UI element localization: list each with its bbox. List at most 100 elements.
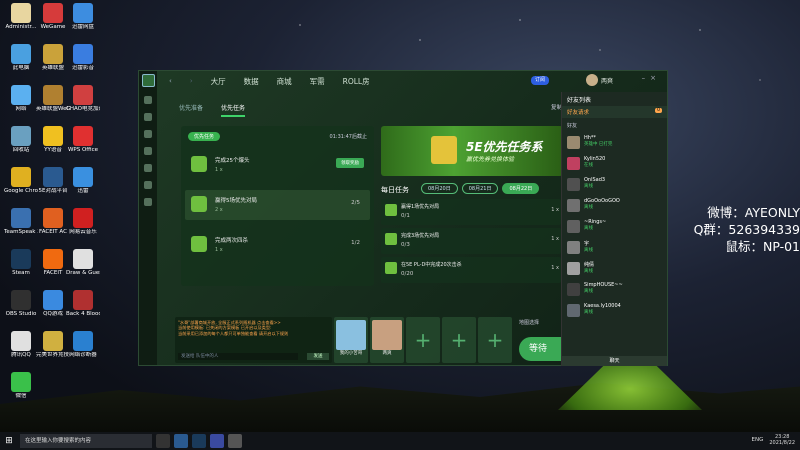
friend-row[interactable]: dGoOoOoGOO 离线 bbox=[562, 196, 667, 217]
5e-taskbar-icon[interactable] bbox=[174, 434, 188, 448]
avatar bbox=[567, 304, 580, 317]
desktop-icon-label: WPS Office bbox=[67, 147, 99, 153]
date-tab[interactable]: 08月22日 bbox=[502, 183, 540, 194]
tab-priority-prep[interactable]: 优先准备 bbox=[179, 103, 203, 117]
send-button[interactable]: 发送 bbox=[307, 353, 329, 360]
friend-row[interactable]: 宇离线 bbox=[562, 238, 667, 259]
nav-shop[interactable]: 商城 bbox=[277, 76, 292, 87]
map-select-label[interactable]: 地图选择 bbox=[519, 319, 539, 326]
desktop-icon[interactable]: QQ游戏 bbox=[36, 290, 70, 330]
friend-row[interactable]: Hh** 英雄中 已打完 bbox=[562, 133, 667, 154]
request-count-badge: 0 bbox=[655, 108, 662, 113]
desktop-icon[interactable]: WPS Office bbox=[66, 126, 100, 166]
desktop-icon[interactable]: WeGame bbox=[36, 3, 70, 43]
5e-logo-icon[interactable] bbox=[141, 74, 155, 87]
person-icon[interactable] bbox=[144, 164, 152, 172]
desktop-icon[interactable]: 5E对战平台 bbox=[36, 167, 70, 207]
desktop-icon[interactable]: 网易云音乐 bbox=[66, 208, 100, 248]
priority-label: 优先任务 bbox=[188, 132, 221, 141]
gear-icon[interactable] bbox=[144, 113, 152, 121]
lang-indicator[interactable]: ENG bbox=[752, 437, 764, 443]
daily-task-panel: 每日任务 08月20日 08月21日 08月22日 赢得1场优先对局 0/1 1… bbox=[381, 181, 563, 291]
tab-priority-tasks[interactable]: 优先任务 bbox=[221, 103, 246, 117]
avatar bbox=[567, 199, 580, 212]
friend-row[interactable]: SimpHOUSE~~ 离线 bbox=[562, 280, 667, 301]
app-taskbar-icon[interactable] bbox=[228, 434, 242, 448]
back-arrow-icon[interactable]: ‹ bbox=[169, 77, 172, 85]
friend-list: Hh** 英雄中 已打完 Kylin520 在线 OnlSad3 离线 dGoOoOoGOO… bbox=[562, 133, 667, 322]
target-icon[interactable] bbox=[144, 198, 152, 206]
nav-roll[interactable]: ROLL房 bbox=[343, 76, 370, 87]
subscribe-button[interactable]: 订阅 bbox=[531, 76, 549, 85]
desktop-icon[interactable]: 英雄联盟WeGame版 bbox=[36, 85, 70, 125]
minimize-icon[interactable]: – bbox=[642, 74, 651, 82]
empty-slot[interactable]: + bbox=[478, 317, 512, 363]
clock[interactable]: 23:28 2021/8/22 bbox=[769, 434, 795, 446]
app-taskbar-icon[interactable] bbox=[210, 434, 224, 448]
wifi-icon[interactable] bbox=[144, 181, 152, 189]
crossed-swords-icon[interactable] bbox=[144, 130, 152, 138]
task-progress: 0/20 bbox=[401, 271, 414, 277]
nav-lobby[interactable]: 大厅 bbox=[211, 76, 226, 87]
desktop-icon[interactable]: 迅雷影音 bbox=[66, 44, 100, 84]
empty-slot[interactable]: + bbox=[442, 317, 476, 363]
desktop-icon[interactable]: Steam bbox=[4, 249, 38, 289]
date-tab[interactable]: 08月20日 bbox=[421, 183, 458, 194]
friend-group[interactable]: 好友 bbox=[562, 118, 667, 133]
task-name: 完成3场优先对局 bbox=[401, 233, 440, 239]
friend-request-row[interactable]: 好友请求 0 bbox=[562, 106, 667, 118]
steam-taskbar-icon[interactable] bbox=[192, 434, 206, 448]
desktop-icon[interactable]: 回收站 bbox=[4, 126, 38, 166]
desktop-icon[interactable]: 完美世界竞技平台 bbox=[36, 331, 70, 371]
avatar[interactable] bbox=[585, 74, 598, 86]
desktop-icon[interactable]: 英雄联盟 bbox=[36, 44, 70, 84]
player-slot[interactable]: 两爽 bbox=[370, 317, 404, 363]
task-view-icon[interactable] bbox=[156, 434, 170, 448]
friend-list-panel: 好友列表 好友请求 0 好友 Hh** 英雄中 已打完 Kylin520 在线 OnlS… bbox=[561, 92, 667, 366]
player-slot[interactable]: 我的小苦哥 bbox=[334, 317, 368, 363]
desktop-icon[interactable]: 网络 bbox=[4, 85, 38, 125]
desktop-icon[interactable]: CHAO电竞加速器 bbox=[66, 85, 100, 125]
desktop-icon[interactable]: 迅雷 bbox=[66, 167, 100, 207]
start-match-button[interactable]: 等待 bbox=[519, 337, 567, 361]
app-icon bbox=[11, 331, 31, 351]
desktop-icon[interactable]: 腾讯QQ bbox=[4, 331, 38, 371]
desktop-icon[interactable]: 迅雷网盘 bbox=[66, 3, 100, 43]
app-icon bbox=[73, 44, 93, 64]
desktop-icon[interactable]: 此电脑 bbox=[4, 44, 38, 84]
desktop-icon[interactable]: 网络诊断器 bbox=[66, 331, 100, 371]
close-icon[interactable]: × bbox=[650, 74, 661, 82]
taskbar-search[interactable]: 在这里输入你要搜索的内容 bbox=[20, 434, 152, 448]
nav-data[interactable]: 数据 bbox=[244, 76, 259, 87]
claim-reward-button[interactable]: 领取奖励 bbox=[336, 158, 364, 168]
team-chat: "水哥"部署商城开放, 全服正式系列随机器 点击查看>> 当前使用模板: 已关闭… bbox=[175, 317, 332, 363]
nav-supply[interactable]: 军需 bbox=[310, 76, 325, 87]
desktop-icon[interactable]: FACEIT AC bbox=[36, 208, 70, 248]
forward-arrow-icon[interactable]: › bbox=[190, 77, 193, 85]
desktop-icon[interactable]: FACEIT bbox=[36, 249, 70, 289]
desktop-icon[interactable]: YY语音 bbox=[36, 126, 70, 166]
desktop-icon[interactable]: Google Chrome bbox=[4, 167, 38, 207]
chat-input[interactable]: 发送给 队伍中的人 bbox=[178, 353, 298, 360]
friend-row[interactable]: Kylin520 在线 bbox=[562, 154, 667, 175]
user-profile[interactable]: 两爽 bbox=[585, 74, 613, 86]
desktop-icon[interactable]: Draw & Guess bbox=[66, 249, 100, 289]
desktop-icon[interactable]: OBS Studio bbox=[4, 290, 38, 330]
chat-button[interactable]: 聊天 bbox=[562, 356, 667, 366]
friend-row[interactable]: 纯倩 离线 bbox=[562, 259, 667, 280]
friend-row[interactable]: OnlSad3 离线 bbox=[562, 175, 667, 196]
desktop-icon[interactable]: TeamSpeak 3 bbox=[4, 208, 38, 248]
friend-row[interactable]: Kaesa.ly10004 离线 bbox=[562, 301, 667, 322]
empty-slot[interactable]: + bbox=[406, 317, 440, 363]
desktop-icon[interactable]: Administr... bbox=[4, 3, 38, 43]
desktop-icon[interactable]: Back 4 Blood Beta bbox=[66, 290, 100, 330]
puzzle-icon[interactable] bbox=[144, 147, 152, 155]
friend-status: 离线 bbox=[584, 269, 593, 274]
desktop-icon[interactable]: 微信 bbox=[4, 372, 38, 412]
date-tab[interactable]: 08月21日 bbox=[461, 183, 499, 194]
shield-icon[interactable] bbox=[144, 96, 152, 104]
windows-start-icon[interactable]: ⊞ bbox=[0, 432, 18, 450]
friend-row[interactable]: ~Rings~ 离线 bbox=[562, 217, 667, 238]
promo-banner[interactable]: 5E优先任务系 赢优先券兑换体验 bbox=[381, 126, 563, 176]
avatar bbox=[567, 178, 580, 191]
